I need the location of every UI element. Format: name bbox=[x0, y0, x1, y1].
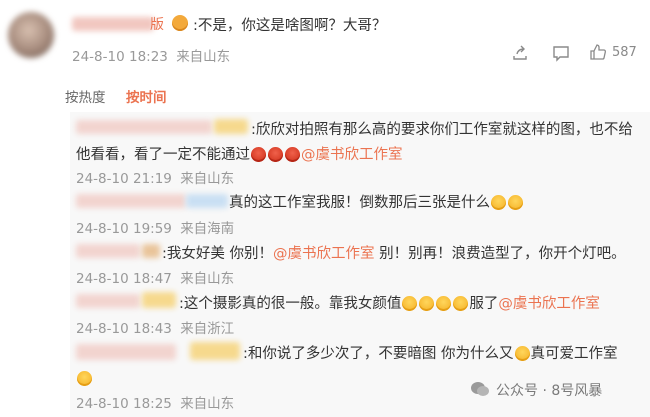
reply-2-location: 来自海南 bbox=[180, 221, 235, 237]
reply-4-badge bbox=[142, 292, 176, 308]
wechat-logo-icon bbox=[470, 380, 490, 398]
reply-2-body: 真的这工作室我服！倒数那后三张是什么 bbox=[229, 195, 490, 211]
reply-3-body-b: 别！别再！浪费造型了，你开个灯吧。 bbox=[374, 246, 626, 262]
reply-4-mention-link[interactable]: @虞书欣工作室 bbox=[498, 296, 600, 312]
comment-location: 来自山东 bbox=[176, 49, 231, 65]
reply-4-body-a: :这个摄影真的很一般。靠我女颜值 bbox=[179, 296, 402, 312]
like-count: 587 bbox=[612, 45, 637, 60]
reply-3-username[interactable] bbox=[76, 244, 140, 258]
main-comment-text: :不是，你这是啥图啊？大哥？ bbox=[193, 18, 387, 34]
avatar[interactable] bbox=[8, 12, 54, 58]
reply-5-meta: 24-8-10 18:25 来自山东 bbox=[76, 392, 234, 412]
reply-3-mention-link[interactable]: @虞书欣工作室 bbox=[273, 246, 375, 262]
laughing-emoji-icon bbox=[514, 346, 530, 361]
reply-3-location: 来自山东 bbox=[180, 271, 235, 287]
reply-5-body-b: 真可爱工作室 bbox=[530, 346, 618, 362]
reply-4-body-b: 服了 bbox=[469, 296, 499, 312]
reply-3-date: 24-8-10 18:47 bbox=[76, 271, 172, 287]
angry-emoji-icon bbox=[251, 147, 266, 162]
crying-emoji-icon bbox=[491, 195, 506, 210]
reply-1-mention-link[interactable]: @虞书欣工作室 bbox=[301, 147, 403, 163]
reply-3-text: :我女好美 你别！@虞书欣工作室 别！别再！浪费造型了，你开个灯吧。 bbox=[162, 242, 626, 263]
reply-5-body-a: :和你说了多少次了，不要暗图 你为什么又 bbox=[243, 346, 514, 362]
reply-1-line2: 他看看，看了一定不能通过 bbox=[76, 147, 250, 163]
reply-1-date: 24-8-10 21:19 bbox=[76, 171, 172, 187]
reply-2-username-tail bbox=[186, 194, 228, 208]
reply-5-username[interactable] bbox=[76, 344, 176, 360]
reply-2-username[interactable] bbox=[76, 194, 186, 208]
comment-icon[interactable] bbox=[552, 44, 570, 62]
reply-1-badge bbox=[214, 119, 248, 134]
reply-5-date: 24-8-10 18:25 bbox=[76, 396, 172, 412]
watermark-text: 公众号 · 8号风暴 bbox=[496, 383, 603, 399]
angry-emoji-icon bbox=[285, 147, 300, 162]
laughing-emoji-icon bbox=[453, 296, 469, 311]
angry-emoji-icon bbox=[268, 147, 283, 162]
reply-5-location: 来自山东 bbox=[180, 396, 235, 412]
like-icon[interactable] bbox=[589, 43, 607, 61]
reply-2-text: 真的这工作室我服！倒数那后三张是什么 bbox=[229, 191, 524, 212]
comment-date: 24-8-10 18:23 bbox=[72, 49, 168, 65]
reply-1-meta: 24-8-10 21:19 来自山东 bbox=[76, 167, 234, 187]
reply-5-trailing-emoji bbox=[76, 368, 93, 387]
laughing-emoji-icon bbox=[419, 296, 435, 311]
reply-5-text: :和你说了多少次了，不要暗图 你为什么又 真可爱工作室 bbox=[243, 342, 618, 363]
laughing-emoji-icon bbox=[436, 296, 452, 311]
reply-3-meta: 24-8-10 18:47 来自山东 bbox=[76, 267, 234, 287]
username-tail-char: 版 bbox=[150, 17, 164, 33]
tab-sort-by-hot[interactable]: 按热度 bbox=[65, 86, 106, 106]
laughing-emoji-icon bbox=[402, 296, 418, 311]
reply-3-badge bbox=[142, 244, 160, 258]
reply-4-meta: 24-8-10 18:43 来自浙江 bbox=[76, 317, 234, 337]
reply-1-line1: :欣欣对拍照有那么高的要求你们工作室就这样的图，也不给 bbox=[251, 122, 633, 138]
hugging-emoji-icon bbox=[77, 371, 92, 386]
reply-4-username[interactable] bbox=[76, 294, 140, 308]
blurred-username[interactable] bbox=[72, 17, 154, 31]
share-icon[interactable] bbox=[511, 44, 529, 62]
reply-5-badge bbox=[190, 342, 240, 360]
reply-4-text: :这个摄影真的很一般。靠我女颜值 服了@虞书欣工作室 bbox=[179, 292, 600, 313]
reply-1-location: 来自山东 bbox=[180, 171, 235, 187]
reply-2-date: 24-8-10 19:59 bbox=[76, 221, 172, 237]
reply-3-body-a: :我女好美 你别！ bbox=[162, 246, 273, 262]
crying-emoji-icon bbox=[508, 195, 523, 210]
reply-4-location: 来自浙江 bbox=[180, 321, 235, 337]
reply-1-text: :欣欣对拍照有那么高的要求你们工作室就这样的图，也不给 bbox=[251, 118, 633, 139]
reply-1-text-cont: 他看看，看了一定不能通过 @虞书欣工作室 bbox=[76, 143, 403, 164]
reply-2-meta: 24-8-10 19:59 来自海南 bbox=[76, 217, 234, 237]
vip-badge-icon bbox=[172, 15, 188, 31]
reply-1-username[interactable] bbox=[76, 120, 212, 134]
reply-4-date: 24-8-10 18:43 bbox=[76, 321, 172, 337]
main-comment-meta: 24-8-10 18:23 来自山东 bbox=[72, 45, 230, 65]
tab-sort-by-time[interactable]: 按时间 bbox=[126, 86, 167, 106]
